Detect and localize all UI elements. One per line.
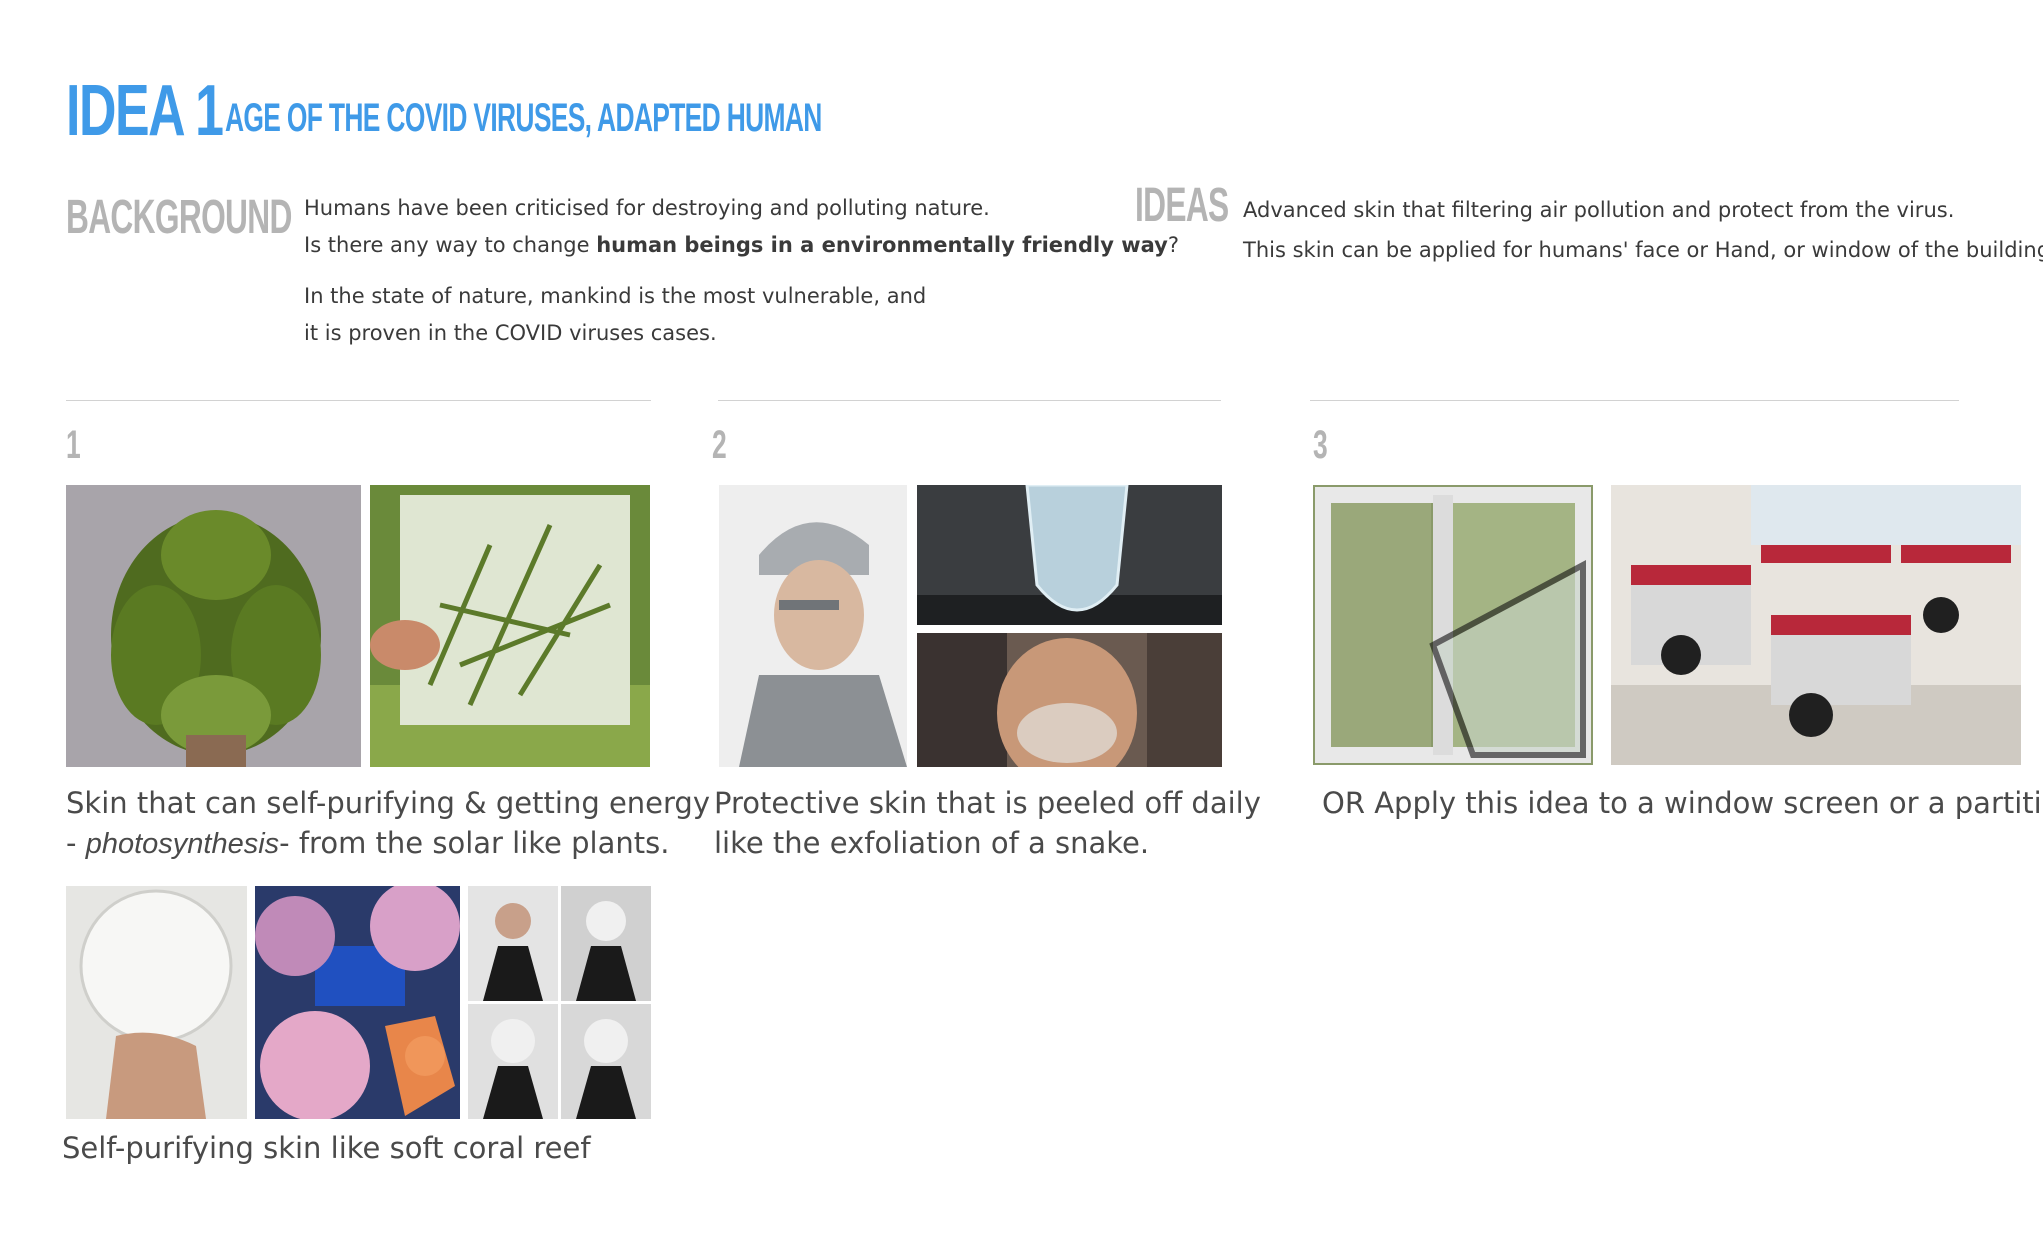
coral-reef-photo [255,886,460,1119]
divider-2 [718,400,1221,401]
background-heading: BACKGROUND [66,191,292,244]
background-text: Humans have been criticised for destroyi… [304,190,1179,352]
leaf-panel-photo [370,485,650,767]
moss-costume-photo [66,485,361,767]
window-screen-photo [1313,485,1593,765]
caption-photosynthesis: Skin that can self-purifying & getting e… [66,786,711,860]
ideas-line-2: This skin can be applied for humans' fac… [1243,238,2043,262]
divider-3 [1310,400,1959,401]
ideas-line-1: Advanced skin that filtering air polluti… [1243,198,1955,222]
wrapped-head-photo-grid [468,886,651,1119]
column-number-3: 3 [1313,423,1328,467]
ideas-text: Advanced skin that filtering air polluti… [1243,190,2043,270]
column-number-1: 1 [66,423,81,467]
background-emphasis: human beings in a environmentally friend… [596,233,1168,257]
column-number-2: 2 [712,423,727,467]
clear-mask-woman-photo [917,633,1222,767]
snake-skin-photo [917,485,1222,625]
caption-snake-skin: Protective skin that is peeled off daily… [714,786,1261,860]
background-line-1: Humans have been criticised for destroyi… [304,196,990,220]
divider-1 [66,400,651,401]
office-partition-photo [1611,485,2021,765]
background-line-4: it is proven in the COVID viruses cases. [304,321,717,345]
idea-title: IDEA 1 [66,71,224,151]
ideas-heading: IDEAS [1135,179,1229,232]
idea-subtitle: AGE OF THE COVID VIRUSES, ADAPTED HUMAN [225,96,822,140]
caption-window-partition: OR Apply this idea to a window screen or… [1322,786,2043,820]
coral-headpiece-photo [66,886,247,1119]
background-line-2: Is there any way to change human beings … [304,233,1179,257]
background-line-3: In the state of nature, mankind is the m… [304,284,927,308]
face-shield-man-photo [719,485,907,767]
caption-coral: Self-purifying skin like soft coral reef [62,1131,591,1165]
